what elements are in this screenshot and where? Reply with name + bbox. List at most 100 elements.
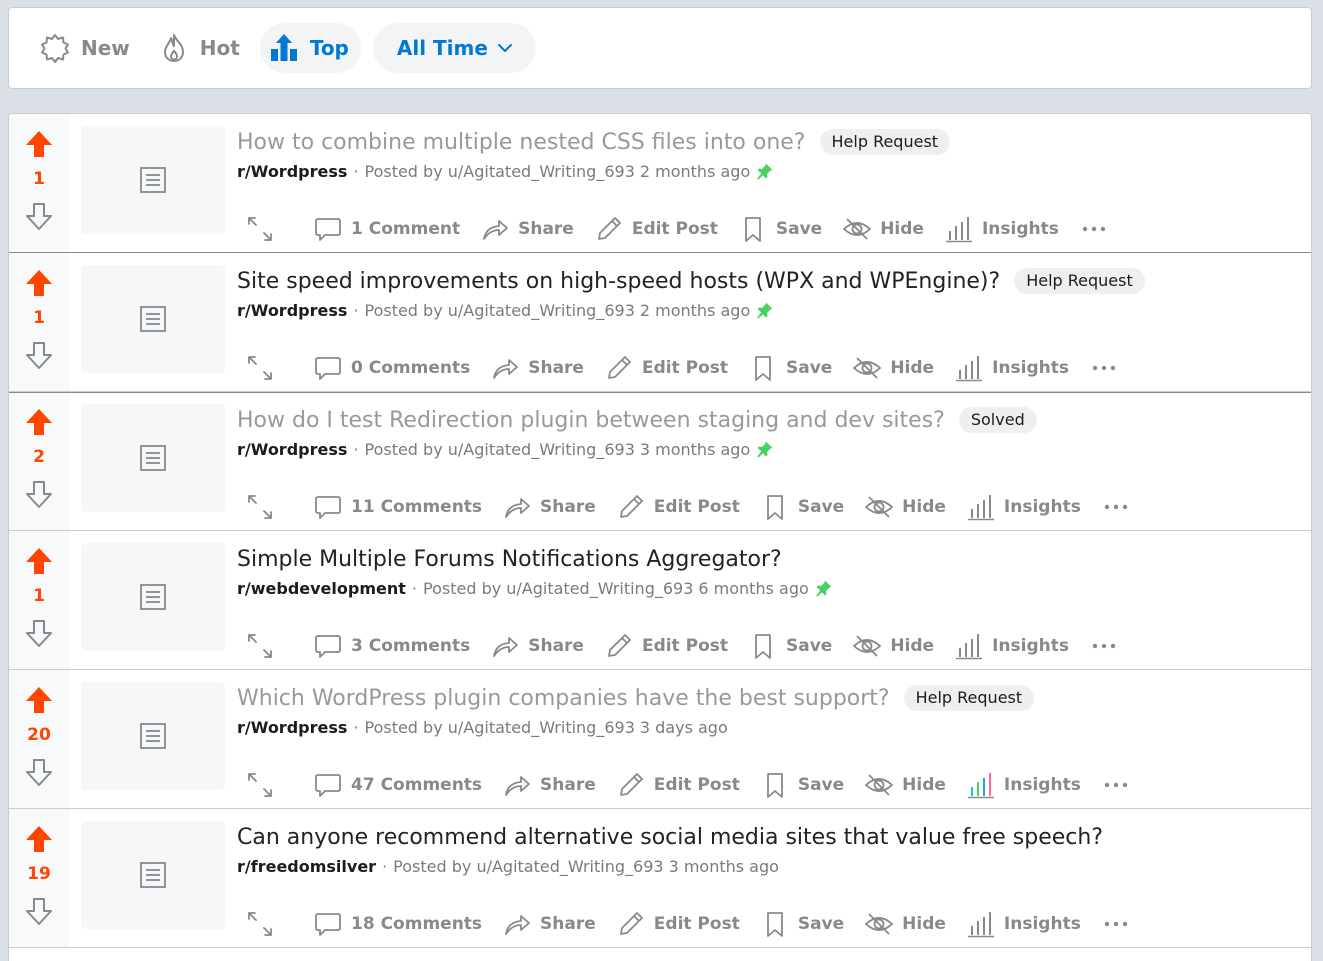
hide-button[interactable]: Hide bbox=[856, 487, 954, 527]
comments-button[interactable]: 0 Comments bbox=[305, 348, 478, 388]
insights-button[interactable]: Insights bbox=[958, 487, 1089, 527]
expand-button[interactable] bbox=[237, 487, 283, 527]
insights-icon bbox=[956, 356, 983, 382]
subreddit-link[interactable]: r/webdevelopment bbox=[237, 579, 406, 598]
share-button[interactable]: Share bbox=[494, 904, 604, 944]
post-thumbnail[interactable] bbox=[81, 682, 225, 790]
upvote-icon[interactable] bbox=[23, 128, 55, 160]
sort-top-button[interactable]: Top bbox=[259, 23, 361, 73]
comments-button[interactable]: 1 Comment bbox=[305, 209, 468, 249]
downvote-icon[interactable] bbox=[23, 478, 55, 510]
save-button[interactable]: Save bbox=[752, 487, 852, 527]
time-range-dropdown[interactable]: All Time bbox=[372, 23, 536, 73]
post-title[interactable]: How to combine multiple nested CSS files… bbox=[237, 130, 806, 155]
more-options-button[interactable] bbox=[1093, 904, 1139, 944]
edit-post-button[interactable]: Edit Post bbox=[608, 904, 748, 944]
hide-button[interactable]: Hide bbox=[856, 765, 954, 805]
downvote-icon[interactable] bbox=[23, 895, 55, 927]
more-options-button[interactable] bbox=[1081, 348, 1127, 388]
share-icon bbox=[505, 498, 530, 518]
hide-button[interactable]: Hide bbox=[856, 904, 954, 944]
downvote-icon[interactable] bbox=[23, 756, 55, 788]
save-button[interactable]: Save bbox=[740, 626, 840, 666]
share-button[interactable]: Share bbox=[482, 348, 592, 388]
more-options-button[interactable] bbox=[1081, 626, 1127, 666]
posted-by[interactable]: Posted by u/Agitated_Writing_693 bbox=[393, 857, 663, 876]
upvote-icon[interactable] bbox=[23, 406, 55, 438]
edit-post-button[interactable]: Edit Post bbox=[586, 209, 726, 249]
subreddit-link[interactable]: r/Wordpress bbox=[237, 301, 347, 320]
comments-button[interactable]: 11 Comments bbox=[305, 487, 490, 527]
post-card[interactable]: 1 Simple Multiple Forums Notifications A… bbox=[9, 531, 1311, 670]
sort-bar: New Hot Top All Time bbox=[8, 7, 1312, 89]
upvote-icon[interactable] bbox=[23, 823, 55, 855]
downvote-icon[interactable] bbox=[23, 339, 55, 371]
expand-button[interactable] bbox=[237, 765, 283, 805]
edit-post-button[interactable]: Edit Post bbox=[608, 487, 748, 527]
expand-button[interactable] bbox=[237, 209, 283, 249]
save-button[interactable]: Save bbox=[740, 348, 840, 388]
insights-button[interactable]: Insights bbox=[946, 348, 1077, 388]
sort-hot-button[interactable]: Hot bbox=[150, 23, 252, 73]
upvote-icon[interactable] bbox=[23, 684, 55, 716]
post-title[interactable]: Can anyone recommend alternative social … bbox=[237, 825, 1103, 850]
subreddit-link[interactable]: r/Wordpress bbox=[237, 718, 347, 737]
edit-post-button[interactable]: Edit Post bbox=[608, 765, 748, 805]
upvote-icon[interactable] bbox=[23, 267, 55, 299]
edit-post-button[interactable]: Edit Post bbox=[596, 348, 736, 388]
comments-button[interactable]: 3 Comments bbox=[305, 626, 478, 666]
post-title[interactable]: How do I test Redirection plugin between… bbox=[237, 408, 945, 433]
posted-by[interactable]: Posted by u/Agitated_Writing_693 bbox=[423, 579, 693, 598]
sort-new-button[interactable]: New bbox=[31, 23, 142, 73]
comments-button[interactable]: 47 Comments bbox=[305, 765, 490, 805]
post-card[interactable]: 1 How to combine multiple nested CSS fil… bbox=[9, 114, 1311, 253]
insights-button[interactable]: Insights bbox=[946, 626, 1077, 666]
post-thumbnail[interactable] bbox=[81, 543, 225, 651]
hide-button[interactable]: Hide bbox=[844, 348, 942, 388]
posted-by[interactable]: Posted by u/Agitated_Writing_693 bbox=[364, 301, 634, 320]
post-actions: 18 Comments Share Edit Post Save Hide In… bbox=[237, 899, 1143, 949]
post-card[interactable]: 20 Which WordPress plugin companies have… bbox=[9, 670, 1311, 809]
insights-icon bbox=[967, 912, 994, 938]
share-button[interactable]: Share bbox=[494, 765, 604, 805]
hide-button[interactable]: Hide bbox=[834, 209, 932, 249]
posted-by[interactable]: Posted by u/Agitated_Writing_693 bbox=[364, 440, 634, 459]
post-thumbnail[interactable] bbox=[81, 404, 225, 512]
insights-button[interactable]: Insights bbox=[958, 765, 1089, 805]
subreddit-link[interactable]: r/Wordpress bbox=[237, 440, 347, 459]
post-card[interactable]: 1 Site speed improvements on high-speed … bbox=[9, 252, 1311, 393]
pin-icon bbox=[757, 163, 773, 180]
more-options-button[interactable] bbox=[1071, 209, 1117, 249]
more-options-button[interactable] bbox=[1093, 765, 1139, 805]
save-button[interactable]: Save bbox=[730, 209, 830, 249]
comments-button[interactable]: 18 Comments bbox=[305, 904, 490, 944]
downvote-icon[interactable] bbox=[23, 617, 55, 649]
share-button[interactable]: Share bbox=[472, 209, 582, 249]
expand-button[interactable] bbox=[237, 348, 283, 388]
upvote-icon[interactable] bbox=[23, 545, 55, 577]
post-thumbnail[interactable] bbox=[81, 265, 225, 373]
hide-button[interactable]: Hide bbox=[844, 626, 942, 666]
expand-button[interactable] bbox=[237, 626, 283, 666]
share-button[interactable]: Share bbox=[482, 626, 592, 666]
share-button[interactable]: Share bbox=[494, 487, 604, 527]
insights-button[interactable]: Insights bbox=[958, 904, 1089, 944]
post-title[interactable]: Site speed improvements on high-speed ho… bbox=[237, 269, 1000, 294]
subreddit-link[interactable]: r/Wordpress bbox=[237, 162, 347, 181]
downvote-icon[interactable] bbox=[23, 200, 55, 232]
insights-button[interactable]: Insights bbox=[936, 209, 1067, 249]
posted-by[interactable]: Posted by u/Agitated_Writing_693 bbox=[364, 718, 634, 737]
post-title[interactable]: Simple Multiple Forums Notifications Agg… bbox=[237, 547, 782, 572]
posted-by[interactable]: Posted by u/Agitated_Writing_693 bbox=[364, 162, 634, 181]
save-button[interactable]: Save bbox=[752, 765, 852, 805]
post-card[interactable]: 2 How do I test Redirection plugin betwe… bbox=[9, 392, 1311, 531]
post-thumbnail[interactable] bbox=[81, 126, 225, 234]
save-button[interactable]: Save bbox=[752, 904, 852, 944]
subreddit-link[interactable]: r/freedomsilver bbox=[237, 857, 376, 876]
edit-post-button[interactable]: Edit Post bbox=[596, 626, 736, 666]
more-options-button[interactable] bbox=[1093, 487, 1139, 527]
post-title[interactable]: Which WordPress plugin companies have th… bbox=[237, 686, 890, 711]
post-card[interactable]: 19 Can anyone recommend alternative soci… bbox=[9, 809, 1311, 948]
expand-button[interactable] bbox=[237, 904, 283, 944]
post-thumbnail[interactable] bbox=[81, 821, 225, 929]
